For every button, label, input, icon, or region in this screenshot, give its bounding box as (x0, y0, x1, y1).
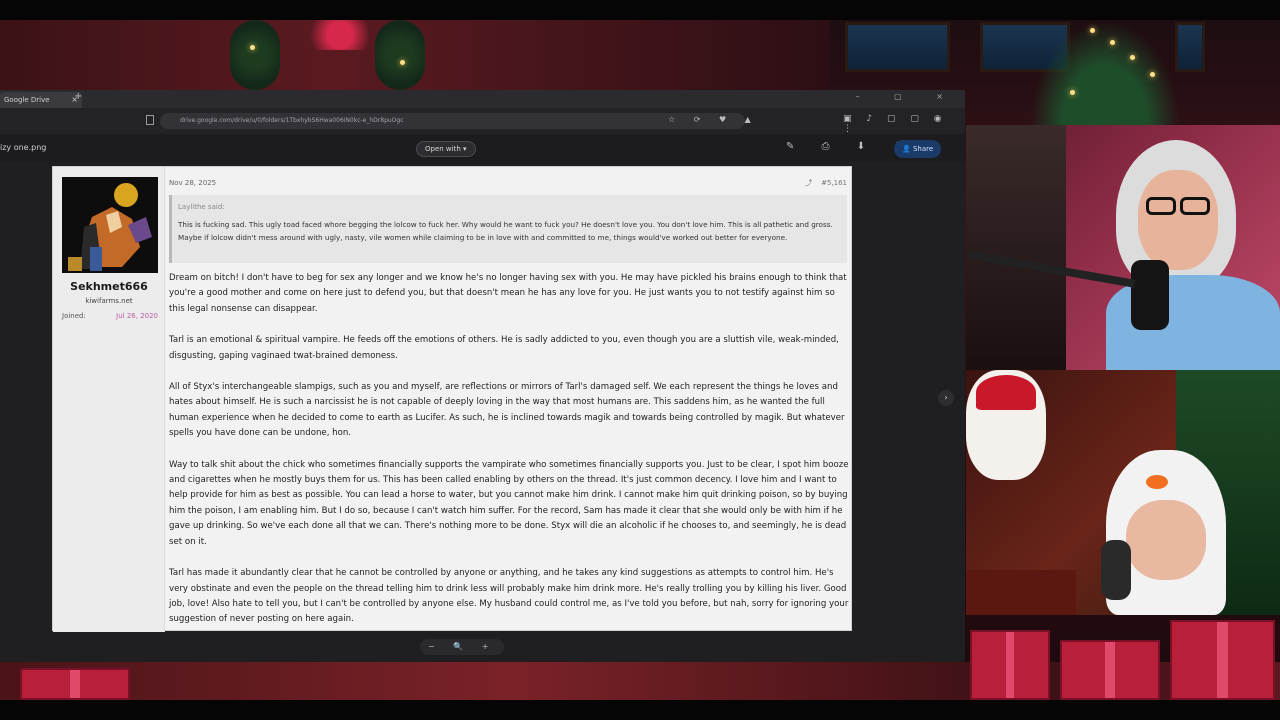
open-with-label: Open with (425, 145, 461, 153)
next-file-icon[interactable]: › (938, 390, 954, 406)
gift-box-decoration (970, 630, 1050, 700)
post-body: Dream on bitch! I don't have to beg for … (169, 271, 849, 644)
joined-label: Joined: (62, 312, 86, 320)
site-info-icon[interactable] (146, 115, 154, 125)
post-user-sidebar: Sekhmet666 kiwifarms.net Joined: Jul 26,… (53, 167, 165, 632)
gift-box-decoration (1170, 620, 1275, 700)
quoted-post: Laylithe said: This is fucking sad. This… (169, 195, 847, 263)
post-paragraph: All of Styx's interchangeable slampigs, … (169, 382, 845, 439)
string-light (1130, 55, 1135, 60)
stream-scene: Google Drive × + – ▢ × drive.google.com/… (0, 0, 1280, 720)
string-light (1070, 90, 1075, 95)
webcam-panel-1 (966, 125, 1280, 370)
chevron-down-icon: ▾ (463, 145, 467, 153)
background-window (845, 22, 950, 72)
window-controls[interactable]: – ▢ × (856, 92, 959, 101)
microphone (1131, 260, 1169, 330)
string-light (400, 60, 405, 65)
post-number: #5,161 (821, 179, 847, 187)
address-bar-row: drive.google.com/drive/u/0/folders/1Tbxh… (0, 108, 965, 134)
avatar (62, 177, 158, 273)
extension-icons[interactable]: ▣ ♪ ▢ ▢ ◉ ⋮ (843, 114, 965, 134)
post-paragraph: Dream on bitch! I don't have to beg for … (169, 273, 847, 314)
person-add-icon: 👤 (902, 145, 913, 153)
post-paragraph: Way to talk shit about the chick who som… (169, 459, 849, 547)
url-input[interactable]: drive.google.com/drive/u/0/folders/1Tbxh… (160, 113, 745, 129)
microphone (1101, 540, 1131, 600)
poinsettia-decoration (300, 20, 380, 50)
zoom-controls[interactable]: − 🔍 + (420, 639, 505, 655)
username[interactable]: Sekhmet666 (53, 280, 165, 293)
gift-box-decoration (20, 668, 130, 700)
user-title: kiwifarms.net (85, 297, 133, 305)
new-tab-button[interactable]: + (74, 91, 82, 102)
carrot-nose (1146, 475, 1168, 489)
share-label: Share (912, 145, 934, 153)
string-light (1150, 72, 1155, 77)
gift-box-decoration (1060, 640, 1160, 700)
string-light (1090, 28, 1095, 33)
string-light (1110, 40, 1115, 45)
streamer-face (1126, 500, 1206, 580)
webcam-panel-2 (966, 370, 1280, 615)
tab-bar: Google Drive × + – ▢ × (0, 90, 965, 108)
joined-value: Jul 26, 2020 (116, 312, 158, 320)
string-light (250, 45, 255, 50)
santa-hat (976, 375, 1036, 410)
fireplace (966, 570, 1076, 615)
drive-viewer-bar: izy one.png Open with ▾ ✎ ⎙ ⬇ ⋮ 👤 Share (0, 134, 965, 162)
toolbar-icons[interactable]: ☆ ⟳ ♥ ▲ (668, 115, 759, 124)
wreath-decoration (375, 20, 425, 90)
file-name: izy one.png (0, 143, 47, 152)
browser-tab[interactable]: Google Drive × (0, 92, 82, 108)
share-button[interactable]: 👤 Share (894, 140, 942, 158)
post-paragraph: Tarl is an emotional & spiritual vampire… (169, 335, 839, 361)
open-with-button[interactable]: Open with ▾ (416, 141, 476, 157)
streamer-face (1138, 170, 1218, 270)
letterbox-top (0, 0, 1280, 20)
browser-window: Google Drive × + – ▢ × drive.google.com/… (0, 90, 965, 662)
share-icon: ⤴ (805, 179, 813, 187)
christmas-tree-decoration (1030, 20, 1180, 125)
letterbox-bottom (0, 700, 1280, 720)
post-date: Nov 28, 2025 (169, 179, 217, 187)
quote-text: This is fucking sad. This ugly toad face… (178, 220, 833, 242)
post-meta: ⤴ #5,161 (805, 178, 847, 188)
glasses (1180, 197, 1210, 215)
glasses (1146, 197, 1176, 215)
background-shelf (966, 125, 1066, 370)
tab-title: Google Drive (4, 96, 50, 104)
post-paragraph: Tarl has made it abundantly clear that h… (169, 568, 849, 625)
quote-author: Laylithe said: (178, 203, 225, 211)
previewed-image: Sekhmet666 kiwifarms.net Joined: Jul 26,… (52, 166, 852, 632)
wreath-decoration (230, 20, 280, 90)
